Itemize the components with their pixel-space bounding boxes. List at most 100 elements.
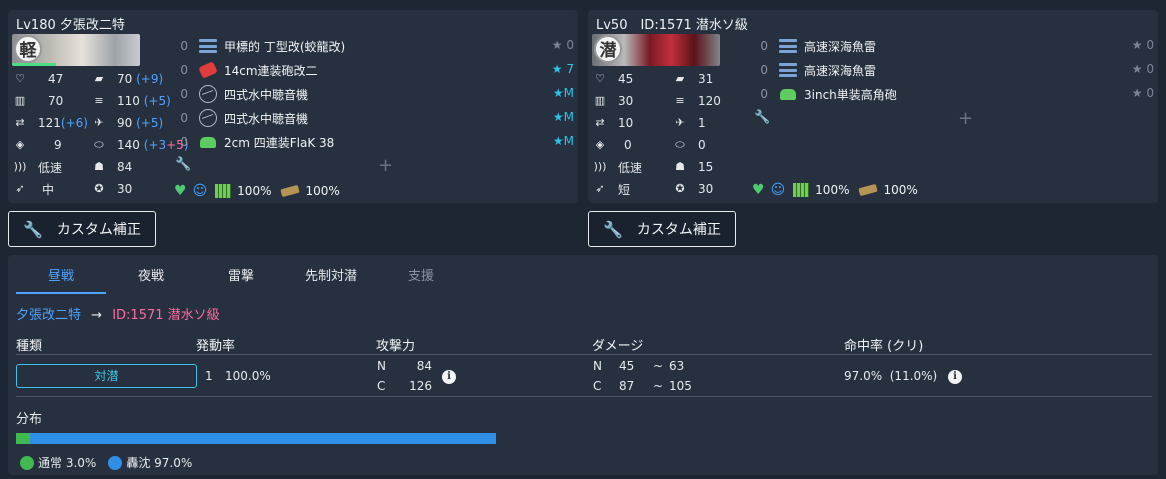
- attacker-ship-banner[interactable]: 軽: [12, 34, 140, 66]
- ammo-icon: [280, 184, 301, 198]
- proficiency-badge: ★ 0: [1131, 38, 1154, 52]
- ammo-icon: [858, 183, 879, 197]
- green-aa-gun-icon: [778, 84, 798, 104]
- defender-ship-card: Lv50 ID:1571 潜水ソ級 潜 ♡ 45 ▥ 30 ⇄ 10 ◈ 0 ))) 低速…: [588, 10, 1158, 203]
- reinforcement-wrench-icon[interactable]: 🔧: [175, 157, 191, 172]
- stat-range: ➶ 短: [592, 178, 630, 200]
- equipment-slot-1[interactable]: 0 甲標的 丁型改(蛟龍改) ★ 0: [174, 34, 574, 58]
- proficiency-badge: ★ 0: [1131, 86, 1154, 100]
- defender-ship-banner[interactable]: 潜: [592, 34, 720, 66]
- stat-firepower: ▰ 70 (+9): [91, 68, 163, 90]
- header-power: 攻撃力: [376, 339, 416, 354]
- morale-smile-icon: ☺: [192, 183, 208, 199]
- sink-legend-dot: [108, 455, 123, 470]
- sonar-icon: [198, 108, 218, 128]
- arrow-right-icon: →: [91, 308, 103, 323]
- proficiency-badge: ★ 0: [1131, 62, 1154, 76]
- damage-normal-min: 45: [619, 359, 635, 373]
- attack-count: 1: [205, 369, 213, 383]
- stat-luck: ☗ 15: [672, 156, 713, 178]
- power-crit-label: C: [377, 379, 386, 393]
- heart-condition-icon: ♥: [752, 182, 765, 198]
- damage-crit-min: 87: [619, 379, 635, 393]
- asw-icon: ⬭: [675, 138, 685, 151]
- evasion-icon: ⇄: [595, 116, 605, 129]
- defender-title: Lv50 ID:1571 潜水ソ級: [596, 18, 748, 33]
- proficiency-badge: ★ 0: [551, 38, 574, 52]
- heart-condition-icon: ♥: [174, 183, 187, 199]
- attacker-custom-correction-button[interactable]: 🔧 カスタム補正: [8, 211, 156, 247]
- damage-normal-label: N: [593, 359, 602, 373]
- equipment-slot-3[interactable]: 0 3inch単装高角砲 ★ 0: [754, 82, 1154, 106]
- luck-icon: ☗: [94, 160, 104, 173]
- battle-result-panel: 昼戦 夜戦 雷撃 先制対潜 支援 夕張改二特 → ID:1571 潜水ソ級 種類…: [8, 255, 1158, 475]
- green-aa-gun-icon: [198, 132, 218, 152]
- torpedo-icon: [778, 60, 798, 80]
- proficiency-badge: ★M: [552, 86, 574, 100]
- stat-hp: ♡ 47: [12, 68, 63, 90]
- stat-evasion: ⇄ 10: [592, 112, 633, 134]
- equipment-slot-5[interactable]: 0 2cm 四連装FlaK 38 ★M: [174, 130, 574, 154]
- stat-armor: ▥ 70: [12, 90, 63, 112]
- supply-status: ♥ ☺ 100% 100%: [752, 182, 918, 198]
- stat-firepower: ▰ 31: [672, 68, 714, 90]
- evasion-icon: ⇄: [15, 116, 25, 129]
- stat-hp: ♡ 45: [592, 68, 633, 90]
- hp-bar: [12, 63, 56, 66]
- equipment-slot-3[interactable]: 0 四式水中聴音機 ★M: [174, 82, 574, 106]
- reinforcement-wrench-icon[interactable]: 🔧: [754, 110, 770, 125]
- header-damage: ダメージ: [592, 339, 644, 354]
- aa-icon: ✈: [675, 116, 685, 129]
- matchup-line: 夕張改二特 → ID:1571 潜水ソ級: [16, 304, 220, 323]
- asw-icon: ⬭: [94, 138, 104, 151]
- hit-info-icon[interactable]: i: [948, 368, 962, 384]
- firepower-icon: ▰: [675, 72, 685, 85]
- equipment-slot-1[interactable]: 0 高速深海魚雷 ★ 0: [754, 34, 1154, 58]
- power-normal-label: N: [377, 359, 386, 373]
- equipment-slot-2[interactable]: 0 14cm連装砲改二 ★ 7: [174, 58, 574, 82]
- damage-crit-max: 105: [669, 379, 692, 393]
- torpedo-stat-icon: ≡: [675, 94, 685, 107]
- stat-aa: ✈ 1: [672, 112, 705, 134]
- accuracy-icon: ✪: [675, 182, 685, 195]
- proficiency-badge: ★M: [552, 134, 574, 148]
- los-icon: ◈: [595, 138, 605, 151]
- sonar-icon: [198, 84, 218, 104]
- normal-legend-dot: [20, 455, 34, 470]
- divider: [16, 354, 1152, 355]
- heart-icon: ♡: [595, 72, 605, 85]
- speed-icon: ))): [593, 160, 607, 173]
- tab-torpedo[interactable]: 雷撃: [196, 265, 286, 284]
- attacker-title: Lv180 夕張改二特: [16, 18, 125, 33]
- accuracy-icon: ✪: [94, 182, 104, 195]
- power-crit: 126: [409, 379, 432, 393]
- stat-aa: ✈ 90 (+5): [91, 112, 163, 134]
- tab-day-battle[interactable]: 昼戦: [16, 265, 106, 284]
- tab-opening-asw[interactable]: 先制対潜: [286, 265, 376, 284]
- equipment-slot-4[interactable]: 0 四式水中聴音機 ★M: [174, 106, 574, 130]
- header-type: 種類: [16, 339, 43, 354]
- distribution-bar: [16, 433, 496, 444]
- wrench-icon: 🔧: [603, 219, 623, 239]
- tab-night-battle[interactable]: 夜戦: [106, 265, 196, 284]
- attack-type-badge[interactable]: 対潜: [16, 364, 197, 388]
- header-hit-rate: 命中率 (クリ): [844, 339, 924, 354]
- header-rate: 発動率: [196, 339, 236, 354]
- firepower-icon: ▰: [94, 72, 104, 85]
- add-reinforcement-icon[interactable]: +: [958, 108, 973, 129]
- proficiency-badge: ★ 7: [551, 62, 574, 76]
- tab-support[interactable]: 支援: [376, 265, 466, 284]
- damage-normal-sep: ~: [653, 359, 664, 373]
- wrench-icon: 🔧: [23, 219, 43, 239]
- heart-icon: ♡: [15, 72, 25, 85]
- defender-custom-correction-button[interactable]: 🔧 カスタム補正: [588, 211, 736, 247]
- defender-name: ID:1571 潜水ソ級: [112, 308, 220, 323]
- proficiency-badge: ★M: [552, 110, 574, 124]
- stat-accuracy: ✪ 30: [672, 178, 713, 200]
- add-reinforcement-icon[interactable]: +: [378, 155, 393, 176]
- activation-rate: 100.0%: [225, 369, 271, 383]
- red-gun-icon: [198, 60, 218, 80]
- armor-icon: ▥: [594, 94, 606, 107]
- power-info-icon[interactable]: i: [442, 368, 456, 384]
- equipment-slot-2[interactable]: 0 高速深海魚雷 ★ 0: [754, 58, 1154, 82]
